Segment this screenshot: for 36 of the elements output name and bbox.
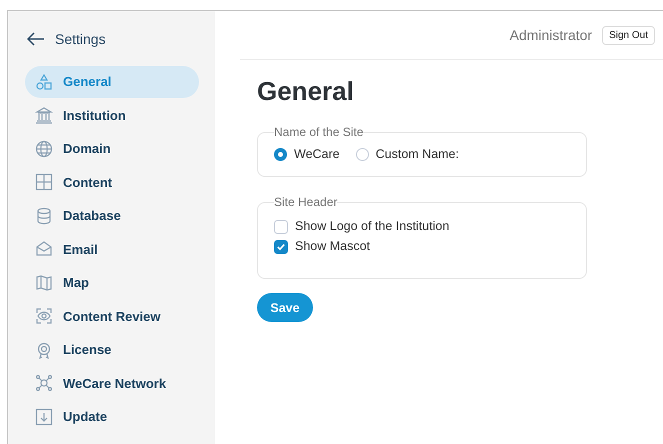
sidebar-item[interactable]: License <box>25 334 199 366</box>
checkbox-label[interactable]: Show Mascot <box>295 237 370 256</box>
grid-icon <box>35 173 53 192</box>
sidebar-item[interactable]: Content Review <box>25 300 199 332</box>
badge-icon <box>35 340 53 359</box>
database-icon <box>35 206 53 225</box>
checkbox[interactable] <box>274 220 288 234</box>
radio-label[interactable]: Custom Name: <box>376 145 459 164</box>
back-arrow-icon[interactable] <box>27 32 45 46</box>
sidebar-item[interactable]: Domain <box>25 133 199 164</box>
sign-out-button[interactable]: Sign Out <box>602 26 655 44</box>
sidebar-item[interactable]: Update <box>25 401 199 432</box>
sidebar-item[interactable]: WeCare Network <box>25 368 199 399</box>
checkbox[interactable] <box>274 240 288 254</box>
group-legend: Site Header <box>274 195 338 209</box>
map-icon <box>35 274 53 292</box>
back-label[interactable]: Settings <box>55 31 106 47</box>
sidebar-item[interactable]: Institution <box>25 100 199 131</box>
sidebar-item[interactable]: Database <box>25 200 199 232</box>
bank-icon <box>35 106 53 124</box>
user-name: Administrator <box>510 27 592 43</box>
radio-button[interactable] <box>274 148 287 161</box>
sidebar-item[interactable]: Email <box>25 234 199 265</box>
radio-button[interactable] <box>356 148 369 161</box>
group-legend: Name of the Site <box>274 125 364 139</box>
eye-icon <box>35 307 53 326</box>
page-title: General <box>257 76 355 107</box>
download-icon <box>35 408 53 426</box>
radio-label[interactable]: WeCare <box>294 145 340 164</box>
shapes-icon <box>35 72 53 91</box>
network-icon <box>35 374 53 392</box>
globe-icon <box>35 140 53 158</box>
checkbox-label[interactable]: Show Logo of the Institution <box>295 217 450 236</box>
sidebar-item[interactable]: Content <box>25 166 199 198</box>
sidebar-item[interactable]: Map <box>25 267 199 298</box>
envelope-icon <box>35 240 53 258</box>
